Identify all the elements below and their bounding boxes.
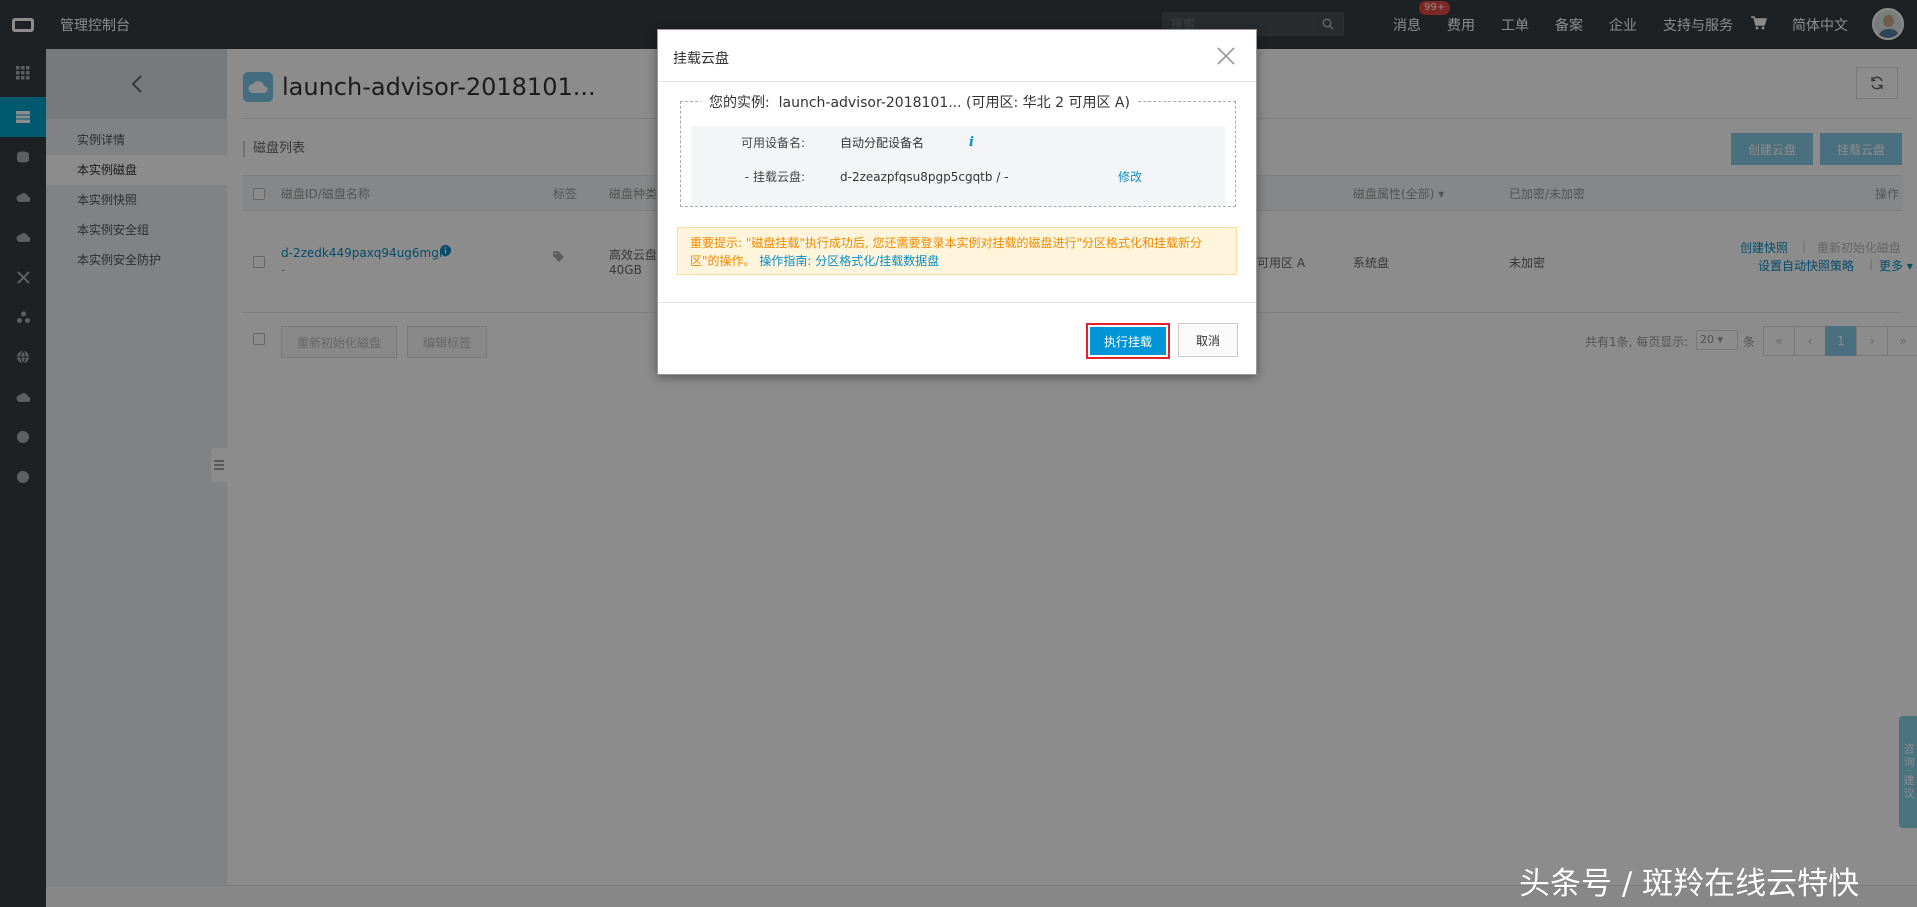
attach-form: 可用设备名: 自动分配设备名 i - 挂载云盘: d-2zeazpfqsu8pg… (691, 126, 1225, 206)
cancel-button[interactable]: 取消 (1178, 323, 1238, 357)
device-name-label: 可用设备名: (740, 136, 805, 150)
execute-attach-button[interactable]: 执行挂载 (1086, 323, 1170, 359)
device-name-value: 自动分配设备名 (840, 136, 925, 150)
info-icon[interactable]: i (969, 128, 974, 158)
watermark: 头条号 / 斑羚在线云特快 (1519, 866, 1860, 902)
important-notice: 重要提示: "磁盘挂载"执行成功后, 您还需要登录本实例对挂载的磁盘进行"分区格… (677, 227, 1237, 275)
attach-disk-label: - 挂载云盘: (744, 170, 805, 184)
instance-legend: 您的实例: launch-advisor-2018101... (可用区: 华北… (701, 92, 1138, 112)
instance-fieldset: 您的实例: launch-advisor-2018101... (可用区: 华北… (680, 92, 1236, 207)
attach-disk-dialog: 挂载云盘 您的实例: launch-advisor-2018101... (可用… (657, 29, 1257, 375)
modify-link[interactable]: 修改 (1118, 162, 1142, 192)
operation-guide-link[interactable]: 操作指南: 分区格式化/挂载数据盘 (759, 254, 939, 268)
dialog-title: 挂载云盘 (673, 51, 729, 67)
attach-disk-value: d-2zeazpfqsu8pgp5cgqtb / - (840, 170, 1009, 184)
close-icon[interactable] (1214, 44, 1238, 68)
instance-value: launch-advisor-2018101... (可用区: 华北 2 可用区… (778, 95, 1130, 111)
